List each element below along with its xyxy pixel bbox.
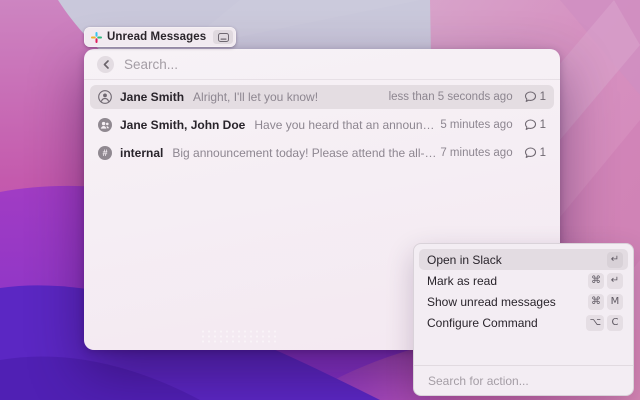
message-title: Jane Smith, John Doe — [120, 118, 245, 132]
action-item[interactable]: Mark as read ⌘↵ — [419, 270, 628, 291]
keycap: ⌘ — [588, 294, 604, 310]
action-item[interactable]: Show unread messages ⌘M — [419, 291, 628, 312]
group-icon — [98, 118, 112, 132]
action-shortcut: ⌘↵ — [588, 273, 623, 289]
action-label: Open in Slack — [427, 253, 502, 267]
message-row[interactable]: Jane Smith, John Doe Have you heard that… — [90, 113, 554, 137]
message-title: Jane Smith — [120, 90, 184, 104]
message-count: 1 — [524, 119, 546, 131]
keycap: ↵ — [607, 273, 623, 289]
action-shortcut: ⌘M — [588, 294, 623, 310]
keycap: ⌘ — [588, 273, 604, 289]
search-bar: Search... — [84, 49, 560, 80]
actions-spacer — [419, 333, 628, 365]
action-label: Mark as read — [427, 274, 497, 288]
desktop: { "menubar_pill": { "label": "Unread Mes… — [0, 0, 640, 400]
message-timestamp: 7 minutes ago — [440, 147, 512, 159]
actions-panel: Open in Slack ↵ Mark as read ⌘↵ Show unr… — [413, 243, 634, 396]
back-button[interactable] — [97, 56, 114, 73]
comment-count: 1 — [540, 147, 546, 159]
action-shortcut: ↵ — [607, 252, 623, 268]
comment-bubble-icon — [524, 147, 537, 159]
comment-count: 1 — [540, 119, 546, 131]
action-shortcut: ⌥C — [586, 315, 623, 331]
menubar-command-pill[interactable]: Unread Messages — [84, 27, 236, 47]
keycap: ⌥ — [586, 315, 604, 331]
chevron-left-icon — [103, 60, 109, 69]
message-subtitle: Alright, I'll let you know! — [193, 90, 389, 104]
slack-icon — [91, 32, 102, 43]
message-list: Jane Smith Alright, I'll let you know! l… — [84, 80, 560, 169]
keycap: C — [607, 315, 623, 331]
hotkey-badge[interactable] — [213, 30, 233, 44]
action-search-field[interactable]: Search for action... — [414, 365, 633, 395]
message-count: 1 — [524, 91, 546, 103]
search-input[interactable]: Search... — [124, 57, 178, 72]
message-count: 1 — [524, 147, 546, 159]
message-timestamp: less than 5 seconds ago — [389, 91, 513, 103]
keycap: ↵ — [607, 252, 623, 268]
comment-count: 1 — [540, 91, 546, 103]
comment-bubble-icon — [524, 91, 537, 103]
message-subtitle: Have you heard that an announcement is c… — [254, 118, 440, 132]
action-label: Configure Command — [427, 316, 538, 330]
keycap: M — [607, 294, 623, 310]
message-row[interactable]: Jane Smith Alright, I'll let you know! l… — [90, 85, 554, 109]
action-item[interactable]: Open in Slack ↵ — [419, 249, 628, 270]
action-item[interactable]: Configure Command ⌥C — [419, 312, 628, 333]
pill-command-label: Unread Messages — [107, 31, 206, 43]
keyboard-icon — [218, 33, 229, 42]
hash-channel-icon: # — [98, 146, 112, 160]
message-subtitle: Big announcement today! Please attend th… — [172, 146, 440, 160]
message-timestamp: 5 minutes ago — [440, 119, 512, 131]
message-row[interactable]: # internal Big announcement today! Pleas… — [90, 141, 554, 165]
raycast-dots-watermark — [200, 329, 276, 345]
message-title: internal — [120, 146, 163, 160]
action-label: Show unread messages — [427, 295, 556, 309]
comment-bubble-icon — [524, 119, 537, 131]
person-icon — [98, 90, 112, 104]
action-search-placeholder: Search for action... — [428, 374, 529, 388]
